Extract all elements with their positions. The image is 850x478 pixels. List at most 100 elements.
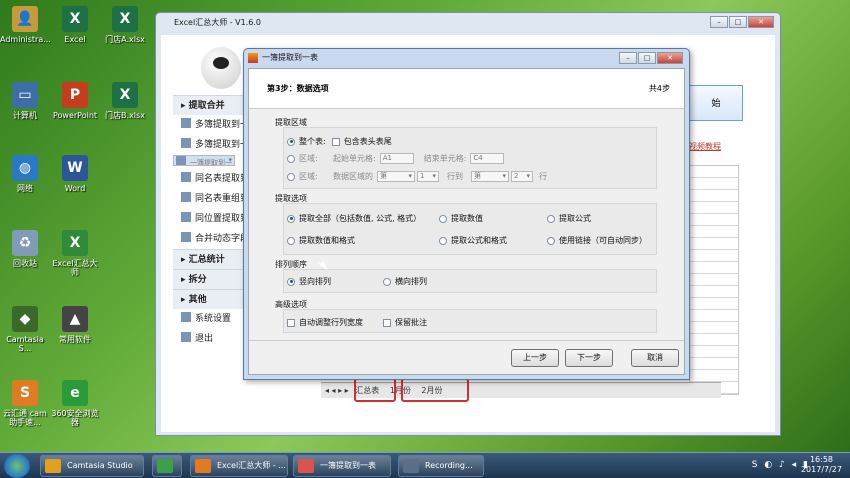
desktop-icon[interactable]: ♻ 回收站 bbox=[0, 230, 50, 268]
taskbar-button[interactable]: Recording... bbox=[398, 455, 484, 477]
first-select[interactable]: 第 bbox=[377, 171, 415, 182]
opt-extract-all[interactable]: 提取全部（包括数值, 公式, 格式） bbox=[287, 213, 421, 224]
main-titlebar[interactable]: Excel汇总大师 - V1.6.0 – □ ✕ bbox=[156, 13, 780, 33]
desktop-icon[interactable]: ◍ 网络 bbox=[0, 155, 50, 193]
horizontal-radio[interactable] bbox=[383, 277, 391, 286]
desktop-icon[interactable]: S 云汇通 cam 助手速... bbox=[0, 380, 50, 427]
opt-horizontal[interactable]: 横向排列 bbox=[383, 276, 427, 287]
minimize-button[interactable]: – bbox=[710, 16, 728, 28]
nav-item[interactable]: 合并动态字段 bbox=[173, 229, 253, 249]
start-button-orb[interactable] bbox=[4, 454, 30, 478]
opt-values-format[interactable]: 提取数值和格式 bbox=[287, 235, 355, 246]
taskbar-button[interactable]: Camtasia Studio bbox=[40, 455, 144, 477]
start-cell-label: 起始单元格: bbox=[333, 154, 376, 163]
formula-format-radio[interactable] bbox=[439, 236, 447, 245]
range2-radio[interactable] bbox=[287, 172, 295, 181]
opt-vertical[interactable]: 竖向排列 bbox=[287, 276, 331, 287]
extract-all-radio[interactable] bbox=[287, 214, 295, 223]
opt-auto-width[interactable]: 自动调整行列宽度 bbox=[287, 317, 363, 328]
nav-item[interactable]: 多簿提取到一 bbox=[173, 115, 253, 135]
nav-label: 同名表重组到 bbox=[195, 194, 250, 204]
desktop-icon[interactable]: ▲ 常用软件 bbox=[50, 306, 100, 344]
opt-formula-format[interactable]: 提取公式和格式 bbox=[439, 235, 507, 246]
nav-list: ▸ 提取合并多簿提取到一多簿提取到一一簿提取到一同名表提取到同名表重组到同位置提… bbox=[173, 95, 253, 349]
desktop-icon[interactable]: ◆ Camtasia S... bbox=[0, 306, 50, 353]
sidebar: ▸ 提取合并多簿提取到一多簿提取到一一簿提取到一同名表提取到同名表重组到同位置提… bbox=[173, 45, 253, 349]
sheet-nav-arrows[interactable]: ◂ ◂ ▸ ▸ bbox=[325, 386, 351, 395]
auto-width-checkbox[interactable] bbox=[287, 318, 295, 327]
extract-values-label: 提取数值 bbox=[451, 214, 483, 223]
highlight-summary-tab bbox=[354, 378, 396, 402]
nav-item[interactable]: 同名表重组到 bbox=[173, 189, 253, 209]
dialog-maximize-button[interactable]: □ bbox=[638, 52, 656, 64]
dialog-close-button[interactable]: ✕ bbox=[657, 52, 683, 64]
nav-group-header[interactable]: ▸ 汇总统计 bbox=[173, 249, 253, 269]
keep-comments-checkbox[interactable] bbox=[383, 318, 391, 327]
desktop-icon[interactable]: e 360安全浏览器 bbox=[50, 380, 100, 427]
taskbar-button[interactable]: 一簿提取到一表 bbox=[293, 455, 391, 477]
taskbar-button[interactable] bbox=[152, 455, 182, 477]
extract-formula-radio[interactable] bbox=[547, 214, 555, 223]
second-select[interactable]: 第 bbox=[471, 171, 509, 182]
opt-use-link[interactable]: 使用链接（可自动同步） bbox=[547, 235, 647, 246]
nav-group-header[interactable]: ▸ 其他 bbox=[173, 289, 253, 309]
auto-width-label: 自动调整行列宽度 bbox=[299, 318, 363, 327]
whole-table-radio[interactable] bbox=[287, 137, 295, 146]
nav-item[interactable]: 同名表提取到 bbox=[173, 169, 253, 189]
nav-item-icon bbox=[181, 118, 191, 128]
vertical-radio[interactable] bbox=[287, 277, 295, 286]
desktop-icon[interactable]: X 门店B.xlsx bbox=[100, 82, 150, 120]
values-format-label: 提取数值和格式 bbox=[299, 236, 355, 245]
nav-item[interactable]: 退出 bbox=[173, 329, 253, 349]
desktop-icon[interactable]: W Word bbox=[50, 155, 100, 193]
desktop-icon[interactable]: X Excel汇总大师 bbox=[50, 230, 100, 277]
taskbar: Camtasia Studio Excel汇总大师 - ... 一簿提取到一表 Rec… bbox=[0, 452, 850, 478]
nav-item-icon bbox=[181, 232, 191, 242]
nav-label: ▸ 拆分 bbox=[181, 275, 207, 285]
use-link-radio[interactable] bbox=[547, 236, 555, 245]
nav-item[interactable]: 系统设置 bbox=[173, 309, 253, 329]
dialog-minimize-button[interactable]: – bbox=[619, 52, 637, 64]
opt-extract-values[interactable]: 提取数值 bbox=[439, 213, 483, 224]
nav-item[interactable]: 一簿提取到一 bbox=[173, 155, 235, 166]
taskbar-label: Excel汇总大师 - ... bbox=[217, 461, 286, 470]
desktop-icon[interactable]: P PowerPoint bbox=[50, 82, 100, 120]
app-icon: ▲ bbox=[62, 306, 88, 332]
desktop-icon-label: Camtasia S... bbox=[6, 335, 44, 353]
maximize-button[interactable]: □ bbox=[729, 16, 747, 28]
range-radio[interactable] bbox=[287, 154, 295, 163]
start-button[interactable]: 始 bbox=[689, 85, 743, 121]
desktop-icon-label: 360安全浏览器 bbox=[51, 409, 99, 427]
cancel-button[interactable]: 取消 bbox=[631, 349, 679, 367]
next-button[interactable]: 下一步 bbox=[565, 349, 613, 367]
desktop-icon[interactable]: X Excel bbox=[50, 6, 100, 44]
desktop-icon-label: 回收站 bbox=[13, 259, 37, 268]
opt-extract-formula[interactable]: 提取公式 bbox=[547, 213, 591, 224]
prev-button[interactable]: 上一步 bbox=[511, 349, 559, 367]
first-num-select[interactable]: 1 bbox=[417, 171, 439, 182]
nav-group-header[interactable]: ▸ 提取合并 bbox=[173, 95, 253, 115]
data-area-label: 数据区域的 bbox=[333, 172, 373, 181]
clock[interactable]: 16:58 2017/7/27 bbox=[801, 455, 842, 475]
close-button[interactable]: ✕ bbox=[748, 16, 774, 28]
nav-item[interactable]: 多簿提取到一 bbox=[173, 135, 253, 155]
values-format-radio[interactable] bbox=[287, 236, 295, 245]
desktop-icon[interactable]: ▭ 计算机 bbox=[0, 82, 50, 120]
nav-group-header[interactable]: ▸ 拆分 bbox=[173, 269, 253, 289]
range-row: 区域: 起始单元格: A1 结束单元格: C4 bbox=[287, 153, 505, 164]
video-tutorial-link[interactable]: 视频教程 bbox=[689, 141, 721, 152]
nav-item[interactable]: 同位置提取到 bbox=[173, 209, 253, 229]
range-label: 区域: bbox=[299, 154, 318, 163]
taskbar-button[interactable]: Excel汇总大师 - ... bbox=[190, 455, 288, 477]
desktop-icon[interactable]: X 门店A.xlsx bbox=[100, 6, 150, 44]
second-num-select[interactable]: 2 bbox=[511, 171, 533, 182]
desktop-icon[interactable]: 👤 Administra... bbox=[0, 6, 51, 44]
include-header-checkbox[interactable] bbox=[331, 137, 340, 146]
extract-values-radio[interactable] bbox=[439, 214, 447, 223]
end-cell-input[interactable]: C4 bbox=[470, 153, 505, 164]
start-cell-input[interactable]: A1 bbox=[379, 153, 414, 164]
dialog-titlebar[interactable]: 一簿提取到一表 – □ ✕ bbox=[244, 49, 689, 67]
opt-keep-comments[interactable]: 保留批注 bbox=[383, 317, 427, 328]
app-title: Excel汇总大师 - V1.6.0 bbox=[174, 18, 261, 27]
desktop-icon-label: 门店B.xlsx bbox=[105, 111, 145, 120]
